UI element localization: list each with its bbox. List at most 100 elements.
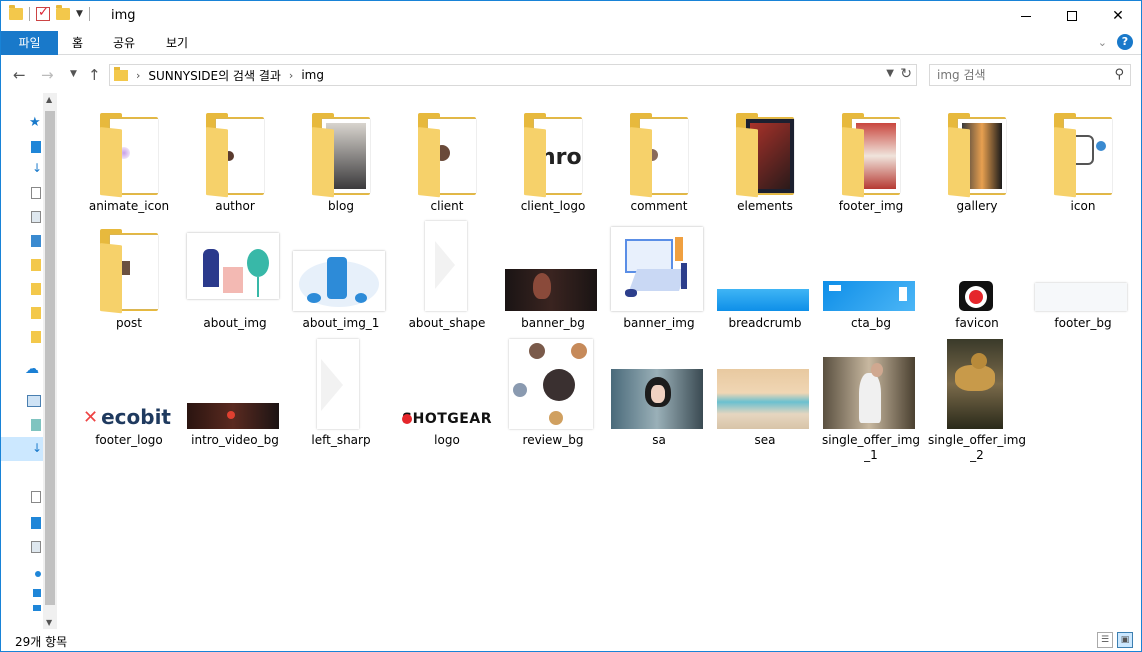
folder-item[interactable]: comment [607, 103, 711, 215]
image-item[interactable]: single_offer_img_2 [925, 335, 1029, 462]
breadcrumb-img[interactable]: img [301, 68, 324, 82]
breadcrumb-search-results[interactable]: SUNNYSIDE의 검색 결과 [148, 67, 281, 84]
tab-home[interactable]: 홈 [58, 31, 97, 55]
pictures-icon[interactable] [31, 211, 41, 223]
3d-objects-icon[interactable] [31, 419, 41, 431]
folder-icon [838, 113, 904, 198]
forward-arrow-icon[interactable]: → [41, 66, 54, 84]
image-thumbnail [317, 339, 359, 429]
this-pc-icon[interactable] [27, 395, 41, 407]
image-item[interactable]: review_bg [501, 335, 605, 451]
folder-item[interactable]: footer_img [819, 103, 923, 215]
image-item[interactable]: sa [607, 335, 711, 451]
drive-icon[interactable] [33, 605, 41, 611]
image-item[interactable]: banner_bg [501, 219, 605, 331]
documents-icon[interactable] [31, 491, 41, 503]
pc-icon[interactable] [31, 235, 41, 247]
image-item[interactable]: banner_img [607, 219, 711, 331]
search-icon[interactable]: ⚲ [1114, 67, 1124, 82]
scroll-up-icon[interactable]: ▲ [46, 95, 52, 104]
breadcrumb-separator-icon[interactable]: › [136, 69, 140, 82]
image-item[interactable]: ✕ ecobit footer_logo [77, 335, 181, 451]
downloads-icon[interactable]: ↓ [32, 441, 42, 455]
image-item[interactable]: breadcrumb [713, 219, 817, 331]
large-icons-view-icon[interactable]: ▣ [1117, 632, 1133, 648]
refresh-icon[interactable]: ↻ [900, 66, 912, 82]
address-dropdown-icon[interactable]: ▼ [886, 68, 894, 79]
up-arrow-icon[interactable]: ↑ [88, 66, 101, 84]
image-thumbnail [611, 369, 703, 429]
folder-item[interactable]: blog [289, 103, 393, 215]
folder-icon[interactable] [31, 307, 41, 319]
folder-item[interactable]: gallery [925, 103, 1029, 215]
maximize-icon [1067, 11, 1077, 21]
maximize-button[interactable] [1049, 1, 1095, 31]
expand-ribbon-icon[interactable]: ⌄ [1098, 36, 1107, 49]
desktop-icon[interactable] [31, 141, 41, 153]
logo-thumbnail: ✕ ecobit [81, 405, 173, 429]
quick-access-toolbar: ▼ [9, 5, 90, 21]
image-item[interactable]: single_offer_img_1 [819, 335, 923, 462]
desktop-icon[interactable] [31, 517, 41, 529]
folder-item[interactable]: elements [713, 103, 817, 215]
image-item[interactable]: about_img_1 [289, 219, 393, 331]
customize-toolbar-icon[interactable]: ▼ [76, 9, 83, 19]
divider [88, 7, 90, 21]
item-label: footer_logo [95, 433, 163, 447]
documents-icon[interactable] [31, 187, 41, 199]
search-input[interactable] [930, 65, 1100, 85]
scroll-thumb[interactable] [45, 111, 55, 605]
title-bar: ▼ img ✕ [1, 1, 1141, 31]
address-bar[interactable]: › SUNNYSIDE의 검색 결과 › img ▼ ↻ [109, 64, 917, 86]
music-icon[interactable] [35, 571, 41, 577]
item-label: breadcrumb [728, 316, 802, 330]
minimize-icon [1021, 15, 1031, 17]
new-folder-icon[interactable] [56, 5, 70, 20]
search-box[interactable]: ⚲ [929, 64, 1131, 86]
item-label: single_offer_img_1 [821, 433, 921, 462]
folder-item[interactable]: icon [1031, 103, 1135, 215]
minimize-button[interactable] [1003, 1, 1049, 31]
folder-icon [944, 113, 1010, 198]
tab-share[interactable]: 공유 [99, 31, 149, 55]
image-item[interactable]: about_img [183, 219, 287, 331]
tab-view[interactable]: 보기 [152, 31, 202, 55]
image-item[interactable]: favicon [925, 219, 1029, 331]
help-icon[interactable]: ? [1117, 34, 1133, 50]
image-item[interactable]: footer_bg [1031, 219, 1135, 331]
downloads-icon[interactable]: ↓ [32, 161, 42, 175]
folder-icon [1050, 113, 1116, 198]
recent-locations-icon[interactable]: ▼ [70, 69, 77, 79]
pictures-icon[interactable] [31, 541, 41, 553]
breadcrumb-separator-icon[interactable]: › [289, 69, 293, 82]
tab-file[interactable]: 파일 [1, 31, 58, 55]
folder-icon[interactable] [31, 283, 41, 295]
image-item[interactable]: SHOTGEAR logo [395, 335, 499, 451]
folder-item[interactable]: animate_icon [77, 103, 181, 215]
folder-item[interactable]: post [77, 219, 181, 331]
onedrive-icon[interactable]: ☁ [25, 361, 39, 377]
folder-icon[interactable] [31, 331, 41, 343]
folder-icon[interactable] [31, 259, 41, 271]
quick-access-star-icon[interactable]: ★ [29, 115, 41, 130]
close-button[interactable]: ✕ [1095, 1, 1141, 31]
image-item[interactable]: left_sharp [289, 335, 393, 451]
folder-item[interactable]: nro client_logo [501, 103, 605, 215]
scroll-down-icon[interactable]: ▼ [46, 618, 52, 627]
image-item[interactable]: intro_video_bg [183, 335, 287, 451]
folder-icon [96, 113, 162, 198]
image-thumbnail [611, 227, 703, 311]
network-icon[interactable] [33, 589, 41, 597]
back-arrow-icon[interactable]: ← [13, 66, 26, 84]
properties-icon[interactable] [36, 5, 50, 21]
image-item[interactable]: sea [713, 335, 817, 451]
folder-item[interactable]: client [395, 103, 499, 215]
image-item[interactable]: about_shape [395, 219, 499, 331]
details-view-icon[interactable]: ☰ [1097, 632, 1113, 648]
folder-icon [96, 229, 162, 314]
nav-scrollbar[interactable]: ▲ ▼ [43, 93, 57, 629]
folder-icon [9, 5, 23, 20]
image-item[interactable]: cta_bg [819, 219, 923, 331]
folder-item[interactable]: author [183, 103, 287, 215]
image-thumbnail [509, 339, 593, 429]
